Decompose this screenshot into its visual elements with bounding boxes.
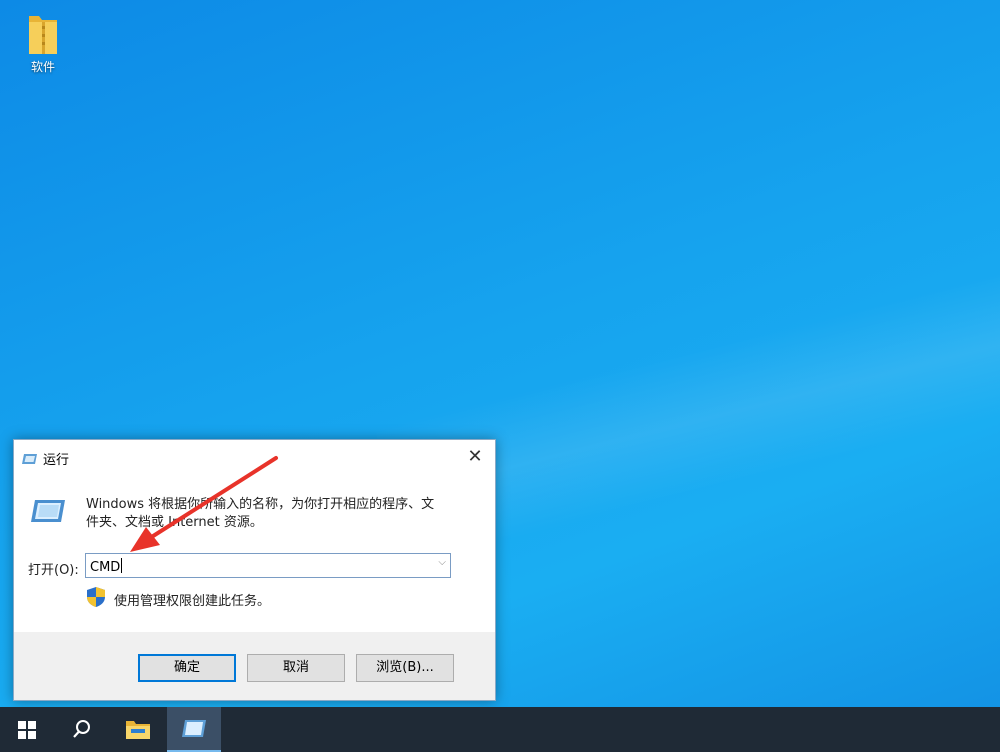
- description-line-1: Windows 将根据你所输入的名称，为你打开相应的程序、文: [86, 497, 435, 512]
- dialog-description: Windows 将根据你所输入的名称，为你打开相应的程序、文 件夹、文档或 In…: [86, 496, 476, 532]
- dialog-title: 运行: [43, 453, 70, 468]
- description-line-2: 件夹、文档或 Internet 资源。: [86, 515, 263, 530]
- search-icon: [73, 720, 90, 738]
- open-input-value: CMD: [90, 560, 121, 575]
- cancel-button[interactable]: 取消: [247, 654, 345, 682]
- desktop-icon-label: 软件: [30, 60, 55, 74]
- close-button[interactable]: ✕: [461, 444, 489, 470]
- folder-icon: [25, 10, 61, 54]
- file-explorer-button[interactable]: [111, 707, 165, 752]
- chevron-down-icon[interactable]: ⌵: [438, 557, 446, 568]
- desktop-icon-software[interactable]: 软件: [14, 10, 72, 75]
- start-button[interactable]: [0, 707, 54, 752]
- browse-button[interactable]: 浏览(B)...: [356, 654, 454, 682]
- run-title-icon: [22, 450, 38, 469]
- windows-start-icon: [18, 721, 36, 739]
- taskbar: [0, 707, 1000, 752]
- dialog-footer: 确定 取消 浏览(B)...: [14, 632, 495, 700]
- dialog-titlebar[interactable]: 运行 ✕: [14, 440, 495, 474]
- ok-button[interactable]: 确定: [138, 654, 236, 682]
- file-explorer-icon: [126, 721, 150, 739]
- close-icon: ✕: [467, 446, 483, 467]
- run-app-icon: [182, 720, 206, 737]
- run-dialog: 运行 ✕ Windows 将根据你所输入的名称，为你打开相应的程序、文 件夹、文…: [13, 439, 496, 701]
- admin-note: 使用管理权限创建此任务。: [114, 594, 271, 609]
- open-combobox[interactable]: CMD ⌵: [85, 553, 451, 578]
- uac-shield-icon: [86, 586, 106, 612]
- open-label: 打开(O):: [28, 563, 79, 578]
- text-caret: [121, 558, 123, 573]
- open-input[interactable]: CMD: [90, 558, 123, 575]
- run-app-large-icon: [30, 498, 66, 528]
- run-taskbar-button[interactable]: [167, 707, 221, 752]
- search-button[interactable]: [55, 707, 109, 752]
